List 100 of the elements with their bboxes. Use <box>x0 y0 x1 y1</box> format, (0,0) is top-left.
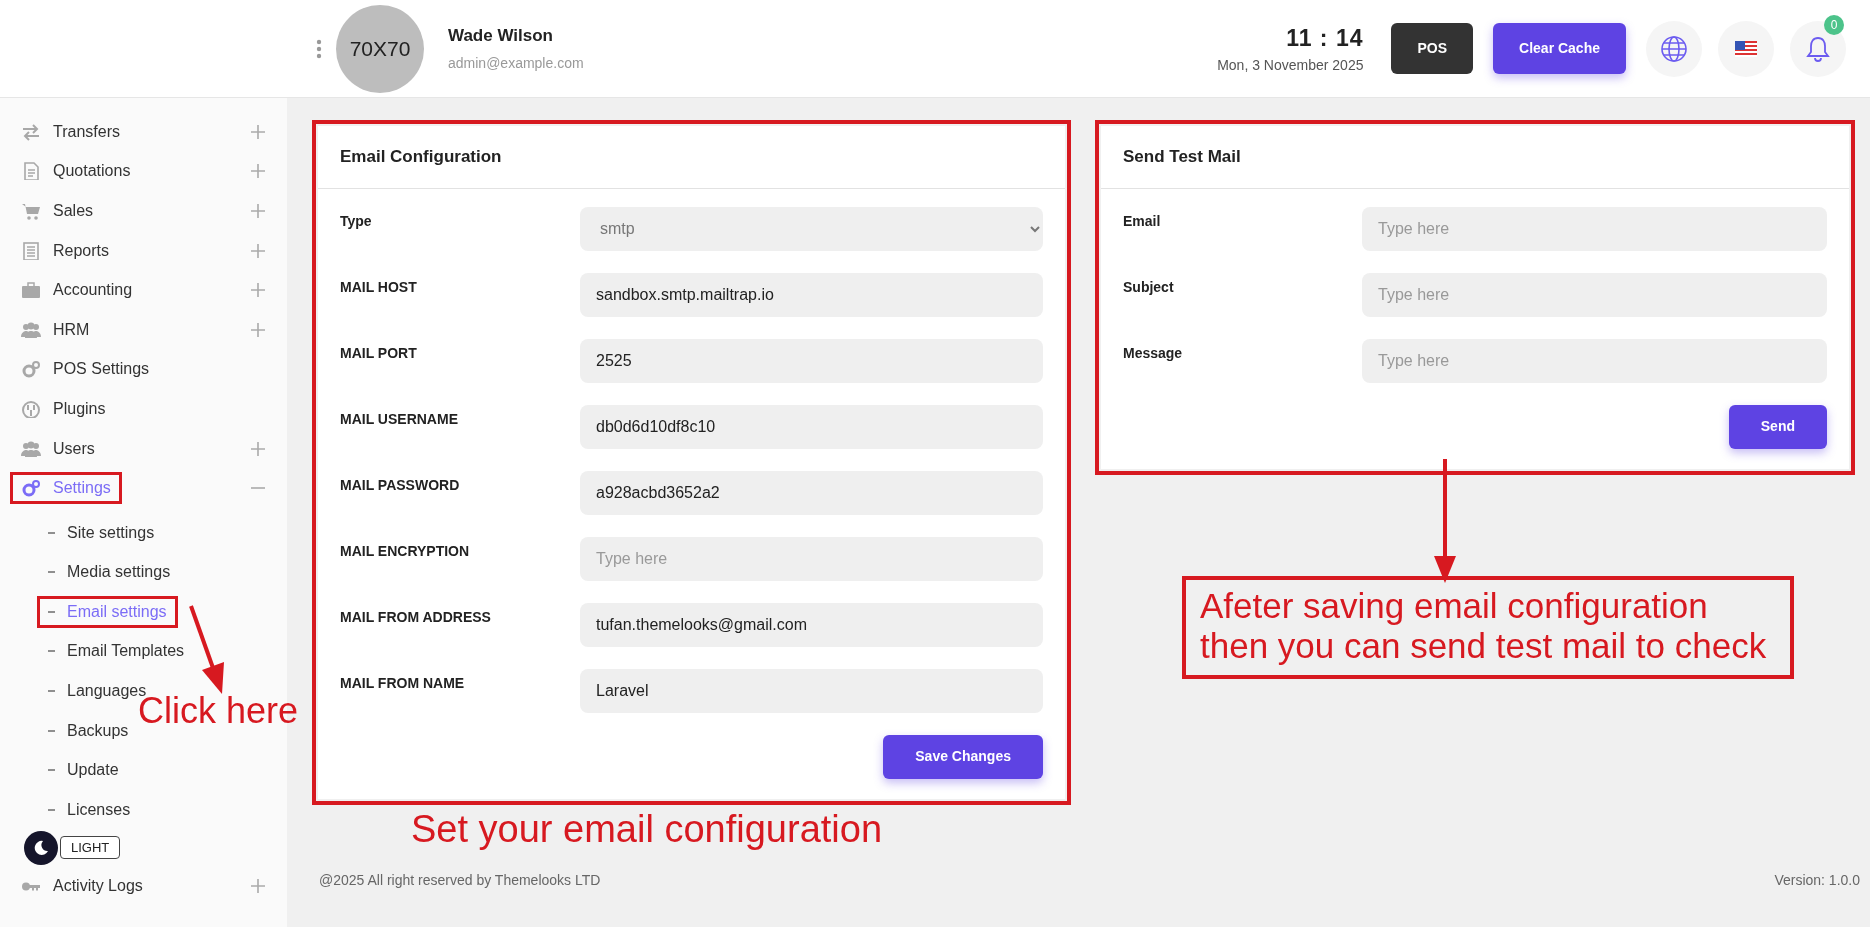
clock-time: 11 : 14 <box>1285 23 1364 53</box>
field-label: Type <box>340 211 373 231</box>
briefcase-icon <box>21 281 41 300</box>
input-field[interactable]: Type here <box>1362 338 1827 383</box>
sidebar-subitem[interactable]: Site settings <box>0 517 166 548</box>
sidebar-subitem[interactable]: Email settings <box>0 596 178 627</box>
sidebar-label: HRM <box>53 319 90 340</box>
toggle-label: LIGHT <box>60 835 121 860</box>
plus-icon[interactable] <box>251 283 265 298</box>
save-button[interactable]: Save Changes <box>883 734 1043 779</box>
gears-icon <box>21 360 41 379</box>
card-title: Send Test Mail <box>1101 126 1849 189</box>
sidebar-label: Media settings <box>67 562 171 583</box>
header-button[interactable]: POS <box>1391 23 1474 74</box>
notification-badge: 0 <box>1824 14 1844 35</box>
header-button[interactable]: Clear Cache <box>1493 23 1626 74</box>
plus-icon[interactable] <box>251 204 265 218</box>
sidebar-label: Sales <box>53 201 94 221</box>
input-field[interactable]: 2525 <box>580 338 1043 383</box>
report-icon <box>21 241 41 260</box>
sidebar-subitem[interactable]: Licenses <box>0 794 142 825</box>
input-field[interactable]: db0d6d10df8c10 <box>580 404 1043 449</box>
plus-icon[interactable] <box>251 441 265 456</box>
select-field[interactable]: smtp <box>580 206 1043 251</box>
field-label: MAIL USERNAME <box>340 409 459 429</box>
sidebar-label: Users <box>53 438 95 459</box>
sidebar-label: Transfers <box>53 121 120 142</box>
sidebar-label: Accounting <box>53 280 133 301</box>
moon-icon <box>33 839 49 856</box>
plug-icon <box>21 399 41 418</box>
plus-icon[interactable] <box>251 879 265 894</box>
sidebar-label: Activity Logs <box>53 876 143 897</box>
kebab-menu-icon[interactable] <box>316 38 322 59</box>
cart-icon <box>21 202 41 220</box>
plus-icon[interactable] <box>251 124 265 139</box>
key-icon <box>21 882 41 891</box>
plus-icon[interactable] <box>251 164 265 179</box>
field-label: Message <box>1123 343 1184 363</box>
sidebar-item[interactable]: POS Settings <box>0 349 287 390</box>
sidebar-label: Settings <box>53 478 111 499</box>
annotation-note: Afeter saving email configuration then you can send test mail to check <box>1182 576 1794 679</box>
field-label: Email <box>1123 211 1162 231</box>
sidebar-label: Reports <box>53 240 110 261</box>
annotation-note: Set your email configuration <box>411 808 883 852</box>
sidebar-label: Licenses <box>67 799 131 820</box>
sidebar-item[interactable]: Activity Logs <box>0 866 287 907</box>
user-name: Wade Wilson <box>448 25 554 48</box>
clock-date: Mon, 3 November 2025 <box>1217 56 1364 76</box>
company-link[interactable]: Themelooks LTD <box>494 872 601 888</box>
card-title: Email Configuration <box>318 126 1065 189</box>
field-label: MAIL PASSWORD <box>340 475 461 495</box>
sidebar-subitem[interactable]: Backups <box>0 715 140 746</box>
input-field[interactable]: Type here <box>580 536 1043 581</box>
plus-icon[interactable] <box>251 322 265 337</box>
sidebar-item[interactable]: Sales <box>0 191 287 231</box>
field-label: MAIL FROM NAME <box>340 673 466 693</box>
input-field[interactable]: sandbox.smtp.mailtrap.io <box>580 272 1043 317</box>
input-field[interactable]: a928acbd3652a2 <box>580 470 1043 515</box>
document-icon <box>21 162 41 181</box>
sidebar-label: Email Templates <box>67 641 185 662</box>
sidebar-item[interactable]: Reports <box>0 230 287 271</box>
sidebar-subitem[interactable]: Media settings <box>0 557 182 588</box>
theme-toggle[interactable]: LIGHT <box>24 830 121 865</box>
flag-icon <box>1735 40 1757 57</box>
copyright-text: @2025 All right reserved by Themelooks LTD <box>319 871 601 890</box>
globe-icon <box>1660 34 1688 63</box>
sidebar-subitem[interactable]: Email Templates <box>0 636 196 667</box>
field-label: MAIL FROM ADDRESS <box>340 607 492 627</box>
sidebar-label: Update <box>67 760 119 781</box>
sidebar-item[interactable]: Transfers <box>0 112 287 152</box>
sidebar-label: POS Settings <box>53 359 150 380</box>
field-label: MAIL ENCRYPTION <box>340 541 471 561</box>
sidebar-label: Quotations <box>53 161 131 182</box>
field-label: MAIL HOST <box>340 277 418 297</box>
send-button[interactable]: Send <box>1728 404 1827 449</box>
transfer-arrows-icon <box>21 122 41 141</box>
sidebar-label: Site settings <box>67 522 155 543</box>
bell-icon <box>1805 34 1831 63</box>
users-icon <box>21 439 41 458</box>
sidebar-label: Backups <box>67 720 129 741</box>
plus-icon[interactable] <box>251 243 265 258</box>
input-field[interactable]: Type here <box>1362 272 1827 317</box>
sidebar-item[interactable]: Settings <box>0 468 287 508</box>
version-text: Version: 1.0.0 <box>1774 871 1860 890</box>
sidebar-label: Plugins <box>53 398 106 419</box>
sidebar-item[interactable]: Plugins <box>0 389 287 429</box>
field-label: Subject <box>1123 277 1175 297</box>
gears-icon <box>21 479 41 498</box>
sidebar-item[interactable]: Users <box>0 428 287 469</box>
input-field[interactable]: tufan.themelooks@gmail.com <box>580 602 1043 647</box>
avatar: 70X70 <box>336 4 424 93</box>
sidebar-item[interactable]: Accounting <box>0 270 287 310</box>
sidebar-label: Email settings <box>67 601 167 622</box>
input-field[interactable]: Type here <box>1362 206 1827 251</box>
users-icon <box>21 320 41 339</box>
sidebar-item[interactable]: Quotations <box>0 151 287 192</box>
input-field[interactable]: Laravel <box>580 668 1043 713</box>
sidebar-subitem[interactable]: Update <box>0 755 130 786</box>
field-label: MAIL PORT <box>340 343 418 363</box>
sidebar-item[interactable]: HRM <box>0 309 287 350</box>
